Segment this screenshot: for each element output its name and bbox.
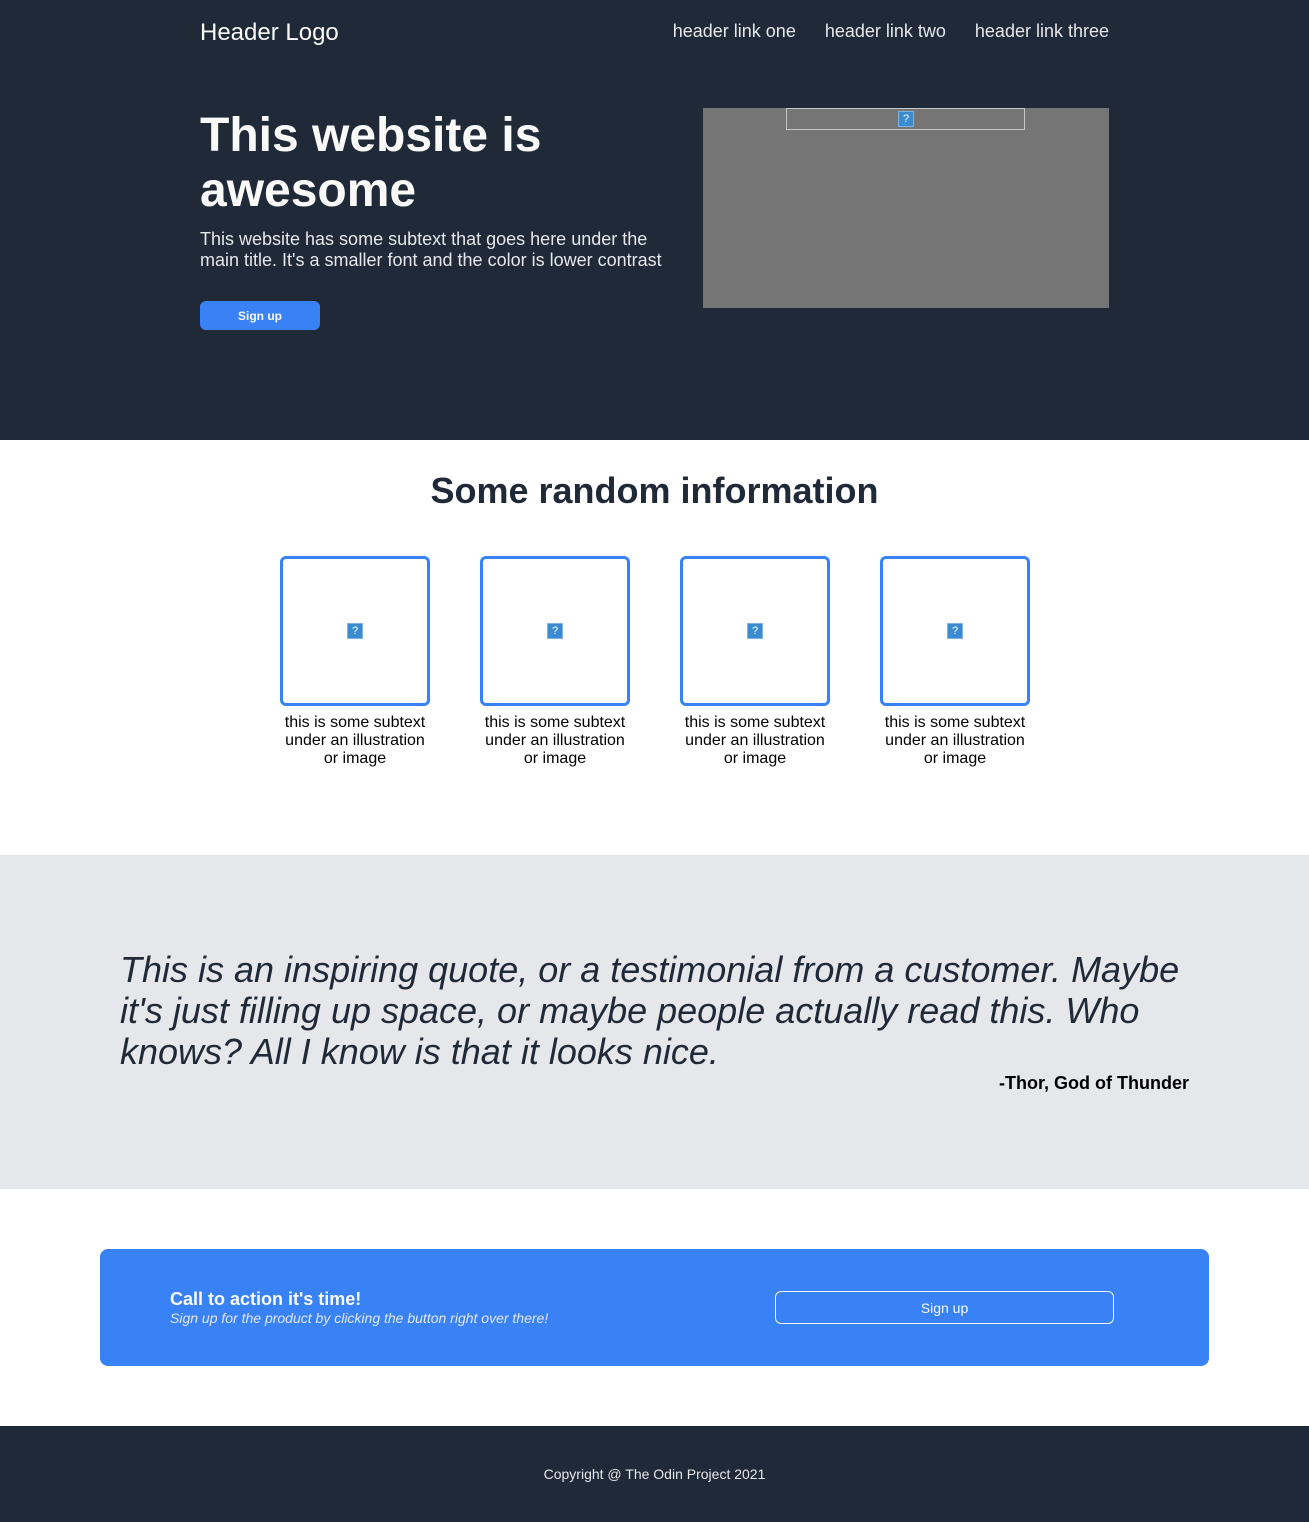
card-subtext: this is some subtext under an illustrati… <box>484 714 626 767</box>
info-card: ? this is some subtext under an illustra… <box>680 556 830 768</box>
info-card: ? this is some subtext under an illustra… <box>480 556 630 768</box>
header-link-two[interactable]: header link two <box>825 19 946 43</box>
card-image: ? <box>880 556 1030 706</box>
broken-image-icon: ? <box>347 623 363 639</box>
hero-signup-button[interactable]: Sign up <box>200 301 320 330</box>
cta-signup-button[interactable]: Sign up <box>775 1291 1114 1324</box>
info-title: Some random information <box>430 470 879 511</box>
header-link-one[interactable]: header link one <box>673 19 796 43</box>
card-subtext: this is some subtext under an illustrati… <box>284 714 426 767</box>
cta-subtitle: Sign up for the product by clicking the … <box>170 1310 549 1326</box>
header-link-three[interactable]: header link three <box>975 19 1109 43</box>
cta-section: Call to action it's time! Sign up for th… <box>0 1189 1309 1426</box>
broken-image-icon: ? <box>947 623 963 639</box>
quote-author: -Thor, God of Thunder <box>999 1073 1189 1093</box>
hero-image-frame: ? <box>786 108 1025 130</box>
hero-section: Header Logo header link one header link … <box>0 0 1309 440</box>
cta-title: Call to action it's time! <box>170 1289 362 1309</box>
header-logo[interactable]: Header Logo <box>200 19 339 47</box>
card-image: ? <box>680 556 830 706</box>
info-card: ? this is some subtext under an illustra… <box>880 556 1030 768</box>
footer: Copyright @ The Odin Project 2021 <box>0 1426 1309 1522</box>
footer-copyright: Copyright @ The Odin Project 2021 <box>543 1466 766 1482</box>
info-card: ? this is some subtext under an illustra… <box>280 556 430 768</box>
broken-image-icon: ? <box>747 623 763 639</box>
broken-image-icon: ? <box>547 623 563 639</box>
broken-image-icon: ? <box>898 111 914 127</box>
card-image: ? <box>480 556 630 706</box>
info-section: Some random information ? this is some s… <box>0 440 1309 855</box>
hero-image: ? <box>703 108 1109 308</box>
header-nav: header link one header link two header l… <box>673 19 1109 43</box>
card-subtext: this is some subtext under an illustrati… <box>684 714 826 767</box>
quote-text: This is an inspiring quote, or a testimo… <box>120 949 1180 1072</box>
quote-section: This is an inspiring quote, or a testimo… <box>0 855 1309 1189</box>
card-image: ? <box>280 556 430 706</box>
cta-box: Call to action it's time! Sign up for th… <box>100 1249 1209 1366</box>
hero-title: This website is awesome <box>200 109 542 217</box>
hero-subtitle: This website has some subtext that goes … <box>200 229 662 270</box>
card-subtext: this is some subtext under an illustrati… <box>884 714 1026 767</box>
